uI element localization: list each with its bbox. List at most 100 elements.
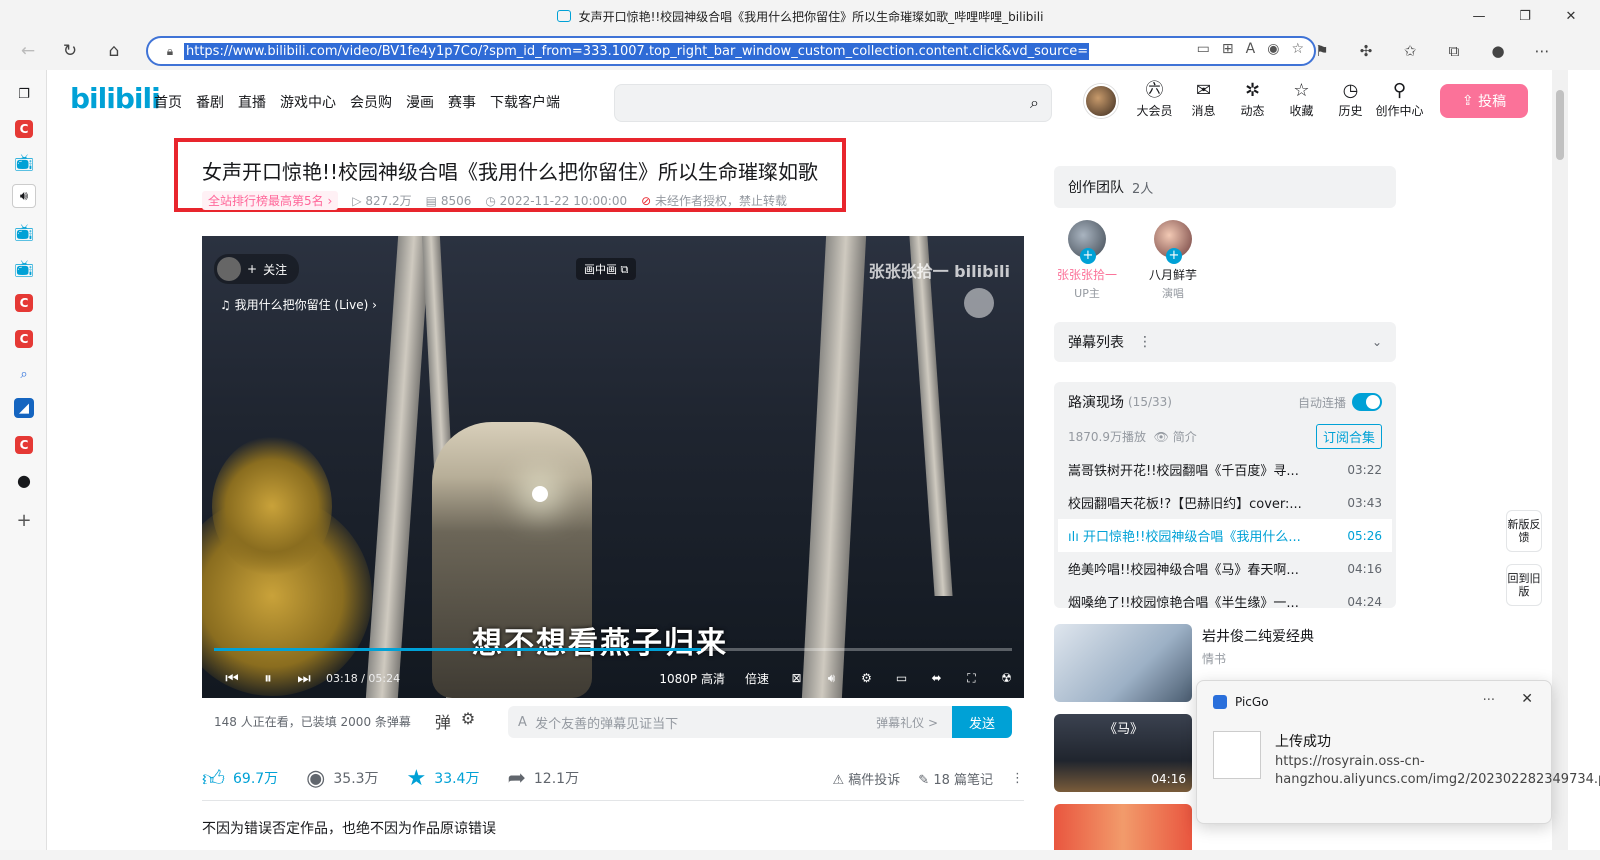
scrollbar-thumb[interactable]: [1556, 90, 1564, 160]
more-icon[interactable]: ⋮: [1138, 334, 1152, 350]
radiation-icon[interactable]: ☢: [989, 671, 1024, 685]
reader-view-icon[interactable]: ▭: [1197, 41, 1210, 57]
toast-more-icon[interactable]: ···: [1483, 693, 1495, 708]
new-feedback-button[interactable]: 新版反馈: [1506, 510, 1542, 552]
list-item-active[interactable]: ılı 开口惊艳!!校园神级合唱《我用什么... 05:26: [1058, 519, 1392, 552]
tab-actions-icon[interactable]: ❐: [12, 82, 36, 106]
report-button[interactable]: ⚠ 稿件投诉: [832, 769, 900, 788]
nav-mall[interactable]: 会员购: [350, 92, 392, 112]
fullscreen-icon[interactable]: ⛶: [954, 671, 989, 686]
like-button[interactable]: 👍︎ 69.7万: [202, 765, 278, 792]
team-member[interactable]: + 张张张拾一 UP主: [1054, 220, 1120, 301]
volume-icon[interactable]: 🔊︎: [814, 671, 849, 686]
text-style-icon[interactable]: A: [518, 715, 527, 730]
coin-button[interactable]: ◉ 35.3万: [306, 766, 378, 791]
prev-icon[interactable]: ⏮: [214, 669, 250, 687]
more-options-icon[interactable]: ⋮: [1011, 771, 1024, 786]
history-button[interactable]: ◷ 历史: [1326, 80, 1375, 119]
team-member[interactable]: + 八月鲜芋 演唱: [1140, 220, 1206, 301]
favorite-button[interactable]: ★ 33.4万: [407, 766, 480, 791]
list-item[interactable]: 绝美吟唱!!校园神级合唱《马》春天啊... 04:16: [1054, 552, 1396, 585]
sidebar-c-icon[interactable]: C: [15, 120, 33, 138]
maximize-button[interactable]: ❐: [1502, 0, 1548, 32]
danmaku-input[interactable]: A 发个友善的弹幕见证当下 弹幕礼仪 > 发送: [508, 706, 1012, 738]
playlist-title[interactable]: 路演现场: [1068, 392, 1124, 412]
collections-icon[interactable]: ⧉: [1432, 38, 1476, 64]
settings-icon[interactable]: ⚙: [849, 671, 884, 685]
widescreen-icon[interactable]: ⬌: [919, 671, 954, 685]
read-aloud-icon[interactable]: A: [1246, 41, 1256, 57]
search-input[interactable]: ⌕: [614, 84, 1052, 122]
follow-chip[interactable]: + 关注: [214, 254, 300, 284]
toast-close-icon[interactable]: ✕: [1521, 691, 1533, 707]
danmaku-list-header[interactable]: 弹幕列表 ⋮ ⌄: [1054, 322, 1396, 362]
danmaku-toggle-icon[interactable]: ⊠: [779, 671, 814, 685]
quality-button[interactable]: 1080P 高清: [649, 670, 735, 687]
bilibili-tv-icon[interactable]: 📺︎: [12, 256, 36, 280]
pip-button[interactable]: 画中画 ⧉: [576, 258, 637, 280]
minimize-button[interactable]: —: [1456, 0, 1502, 32]
notes-button[interactable]: ✎ 18 篇笔记: [918, 769, 993, 788]
favorites-icon[interactable]: ✩: [1388, 38, 1432, 64]
nav-anime[interactable]: 番剧: [196, 92, 224, 112]
app-icon[interactable]: ◢: [14, 398, 34, 418]
dynamic-button[interactable]: ✲ 动态: [1228, 80, 1277, 119]
song-link[interactable]: ♫ 我用什么把你留住 (Live) ›: [220, 296, 377, 313]
github-icon[interactable]: ●: [12, 468, 36, 492]
vip-button[interactable]: ㊅大会员: [1130, 80, 1179, 119]
picgo-notification[interactable]: PicGo ··· ✕ 上传成功 https://rosyrain.oss-cn…: [1196, 680, 1600, 824]
address-bar[interactable]: 🔒︎ https://www.bilibili.com/video/BV1fe4…: [146, 36, 1316, 66]
nav-home[interactable]: 首页: [154, 92, 182, 112]
close-window-button[interactable]: ✕: [1548, 0, 1594, 32]
rank-badge[interactable]: 全站排行榜最高第5名 ›: [202, 191, 339, 210]
home-icon[interactable]: ⌂: [100, 38, 128, 64]
follow-user-icon[interactable]: [964, 288, 994, 318]
page-scrollbar[interactable]: [1552, 70, 1568, 850]
share-button[interactable]: ➦ 12.1万: [507, 766, 579, 791]
bilibili-tv-icon[interactable]: 📺︎: [12, 220, 36, 244]
follow-plus-icon[interactable]: +: [1166, 248, 1182, 264]
next-icon[interactable]: ⏭: [286, 669, 322, 687]
refresh-icon[interactable]: ↻: [56, 38, 84, 64]
add-icon[interactable]: +: [12, 508, 36, 532]
audio-icon[interactable]: 🔊︎: [12, 184, 36, 208]
nav-game[interactable]: 游戏中心: [280, 92, 336, 112]
apps-icon[interactable]: ⊞: [1222, 41, 1234, 57]
bilibili-logo[interactable]: bilibili: [70, 82, 161, 115]
old-version-button[interactable]: 回到旧版: [1506, 564, 1542, 606]
list-item[interactable]: 烟嗓绝了!!校园惊艳合唱《半生缘》一... 04:24: [1054, 585, 1396, 609]
progress-bar[interactable]: [214, 648, 1012, 651]
bilibili-tv-icon[interactable]: 📺︎: [12, 150, 36, 174]
sidebar-c-icon[interactable]: C: [15, 436, 33, 454]
search-icon[interactable]: ⌕: [1030, 93, 1039, 113]
creator-center-button[interactable]: ⚲ 创作中心: [1375, 80, 1424, 119]
sidebar-c-icon[interactable]: C: [15, 294, 33, 312]
danmaku-settings-icon[interactable]: ⚙: [461, 709, 475, 733]
list-item[interactable]: 校园翻唱天花板!?【巴赫旧约】cover:... 03:43: [1054, 486, 1396, 519]
more-icon[interactable]: ⋯: [1520, 38, 1564, 64]
pause-icon[interactable]: ⏸: [250, 669, 286, 687]
profile-icon[interactable]: ●: [1476, 38, 1520, 64]
lock-icon[interactable]: 🔒︎: [156, 44, 184, 59]
danmaku-etiquette-link[interactable]: 弹幕礼仪 >: [876, 714, 938, 731]
chevron-down-icon[interactable]: ⌄: [1372, 335, 1382, 349]
extension-badge-icon[interactable]: ⚑: [1300, 38, 1344, 64]
nav-match[interactable]: 赛事: [448, 92, 476, 112]
list-item[interactable]: 嵩哥铁树开花!!校园翻唱《千百度》寻... 03:22: [1054, 453, 1396, 486]
video-player[interactable]: + 关注 ♫ 我用什么把你留住 (Live) › 画中画 ⧉ 张张张拾一 bil…: [202, 236, 1024, 698]
intro-link[interactable]: 简介: [1173, 428, 1197, 445]
nav-download[interactable]: 下载客户端: [490, 92, 560, 112]
search-icon[interactable]: ⌕: [12, 362, 36, 386]
favorites-button[interactable]: ☆ 收藏: [1277, 80, 1326, 119]
nav-manga[interactable]: 漫画: [406, 92, 434, 112]
nav-live[interactable]: 直播: [238, 92, 266, 112]
url-text[interactable]: https://www.bilibili.com/video/BV1fe4y1p…: [184, 42, 1089, 60]
autoplay-toggle[interactable]: [1352, 393, 1382, 411]
extensions-icon[interactable]: ✣: [1344, 38, 1388, 64]
send-button[interactable]: 发送: [952, 706, 1012, 738]
avatar[interactable]: [1084, 84, 1118, 118]
subscribe-button[interactable]: 订阅合集: [1315, 424, 1382, 449]
sidebar-c-icon[interactable]: C: [15, 330, 33, 348]
danmaku-on-icon[interactable]: 弹: [435, 709, 451, 733]
mini-player-icon[interactable]: ▭: [884, 671, 919, 685]
